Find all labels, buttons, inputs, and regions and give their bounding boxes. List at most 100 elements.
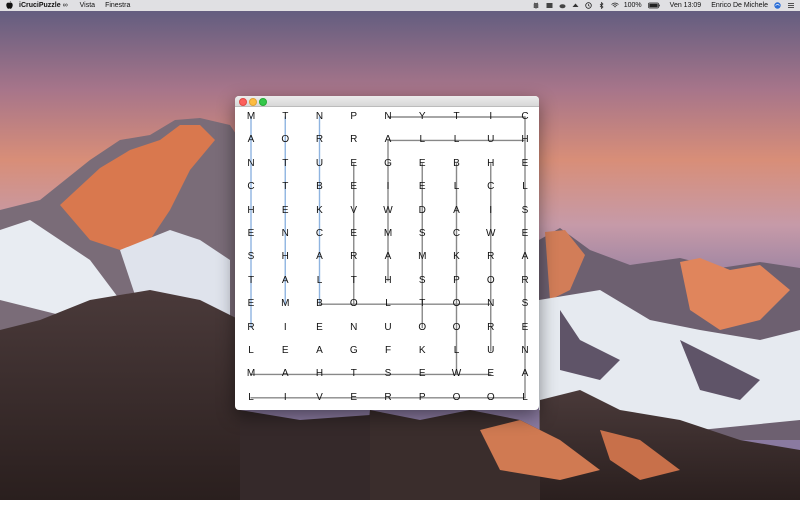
minimize-button[interactable]	[249, 98, 257, 106]
grid-letter[interactable]: R	[310, 132, 330, 148]
grid-letter[interactable]: M	[241, 109, 261, 125]
grid-letter[interactable]: V	[310, 390, 330, 406]
grid-letter[interactable]: O	[481, 390, 501, 406]
grid-letter[interactable]: E	[241, 296, 261, 312]
grid-letter[interactable]: H	[241, 203, 261, 219]
grid-letter[interactable]: P	[412, 390, 432, 406]
grid-letter[interactable]: M	[378, 226, 398, 242]
grid-letter[interactable]: H	[310, 366, 330, 382]
grid-letter[interactable]: T	[412, 296, 432, 312]
grid-letter[interactable]: N	[344, 320, 364, 336]
grid-letter[interactable]: L	[447, 179, 467, 195]
grid-letter[interactable]: A	[310, 343, 330, 359]
grid-letter[interactable]: B	[447, 156, 467, 172]
grid-letter[interactable]: I	[275, 320, 295, 336]
grid-letter[interactable]: H	[481, 156, 501, 172]
grid-letter[interactable]: A	[310, 249, 330, 265]
grid-letter[interactable]: A	[515, 366, 535, 382]
grid-letter[interactable]: A	[241, 132, 261, 148]
grid-letter[interactable]: E	[481, 366, 501, 382]
grid-letter[interactable]: R	[241, 320, 261, 336]
grid-letter[interactable]: E	[344, 390, 364, 406]
grid-letter[interactable]: T	[344, 273, 364, 289]
grid-letter[interactable]: I	[378, 179, 398, 195]
grid-letter[interactable]: R	[344, 249, 364, 265]
grid-letter[interactable]: T	[275, 156, 295, 172]
close-button[interactable]	[239, 98, 247, 106]
grid-letter[interactable]: R	[344, 132, 364, 148]
grid-letter[interactable]: A	[275, 273, 295, 289]
hat-icon[interactable]	[572, 2, 579, 9]
grid-letter[interactable]: K	[412, 343, 432, 359]
bluetooth-icon[interactable]	[598, 1, 605, 10]
grid-letter[interactable]: L	[241, 343, 261, 359]
grid-letter[interactable]: U	[481, 343, 501, 359]
grid-letter[interactable]: U	[310, 156, 330, 172]
wifi-icon[interactable]	[611, 2, 619, 9]
grid-letter[interactable]: P	[344, 109, 364, 125]
siri-icon[interactable]	[774, 2, 781, 9]
grid-letter[interactable]: E	[241, 226, 261, 242]
grid-letter[interactable]: M	[275, 296, 295, 312]
grid-letter[interactable]: C	[447, 226, 467, 242]
sync-icon[interactable]	[546, 2, 553, 9]
grid-letter[interactable]: R	[481, 249, 501, 265]
grid-letter[interactable]: N	[378, 109, 398, 125]
grid-letter[interactable]: E	[515, 320, 535, 336]
grid-letter[interactable]: N	[275, 226, 295, 242]
grid-letter[interactable]: H	[378, 273, 398, 289]
grid-letter[interactable]: C	[515, 109, 535, 125]
zoom-button[interactable]	[259, 98, 267, 106]
grid-letter[interactable]: K	[310, 203, 330, 219]
word-grid[interactable]: MTNPNYTICAORRALLUHNTUEGEBHECTBEIELCLHEKV…	[235, 107, 539, 410]
notification-center-icon[interactable]	[787, 2, 794, 9]
grid-letter[interactable]: O	[412, 320, 432, 336]
grid-letter[interactable]: O	[481, 273, 501, 289]
grid-letter[interactable]: E	[412, 156, 432, 172]
grid-letter[interactable]: H	[515, 132, 535, 148]
grid-letter[interactable]: U	[481, 132, 501, 148]
grid-letter[interactable]: E	[344, 156, 364, 172]
grid-letter[interactable]: B	[310, 179, 330, 195]
grid-letter[interactable]: L	[412, 132, 432, 148]
grid-letter[interactable]: E	[515, 156, 535, 172]
grid-letter[interactable]: N	[481, 296, 501, 312]
grid-letter[interactable]: E	[344, 179, 364, 195]
grid-letter[interactable]: E	[275, 203, 295, 219]
grid-letter[interactable]: A	[378, 132, 398, 148]
grid-letter[interactable]: P	[447, 273, 467, 289]
grid-letter[interactable]: O	[275, 132, 295, 148]
window-titlebar[interactable]	[235, 96, 539, 107]
grid-letter[interactable]: U	[378, 320, 398, 336]
menu-clock[interactable]: Ven 13:09	[670, 2, 702, 9]
grid-letter[interactable]: T	[344, 366, 364, 382]
grid-letter[interactable]: L	[310, 273, 330, 289]
grid-letter[interactable]: S	[378, 366, 398, 382]
grid-letter[interactable]: N	[515, 343, 535, 359]
grid-letter[interactable]: W	[378, 203, 398, 219]
grid-letter[interactable]: I	[481, 203, 501, 219]
grid-letter[interactable]: T	[275, 109, 295, 125]
grid-letter[interactable]: L	[515, 179, 535, 195]
grid-letter[interactable]: C	[481, 179, 501, 195]
grid-letter[interactable]: M	[412, 249, 432, 265]
grid-letter[interactable]: C	[241, 179, 261, 195]
grid-letter[interactable]: M	[241, 366, 261, 382]
battery-icon[interactable]	[647, 2, 660, 9]
grid-letter[interactable]: R	[378, 390, 398, 406]
grid-letter[interactable]: L	[447, 343, 467, 359]
grid-letter[interactable]: V	[344, 203, 364, 219]
grid-letter[interactable]: W	[481, 226, 501, 242]
grid-letter[interactable]: T	[447, 109, 467, 125]
grid-letter[interactable]: E	[275, 343, 295, 359]
grid-letter[interactable]: A	[275, 366, 295, 382]
grid-letter[interactable]: L	[447, 132, 467, 148]
apple-icon[interactable]	[6, 0, 13, 11]
grid-letter[interactable]: I	[481, 109, 501, 125]
grid-letter[interactable]: H	[275, 249, 295, 265]
grid-letter[interactable]: T	[241, 273, 261, 289]
grid-letter[interactable]: O	[447, 296, 467, 312]
grid-letter[interactable]: E	[344, 226, 364, 242]
grid-letter[interactable]: T	[275, 179, 295, 195]
grid-letter[interactable]: S	[515, 203, 535, 219]
